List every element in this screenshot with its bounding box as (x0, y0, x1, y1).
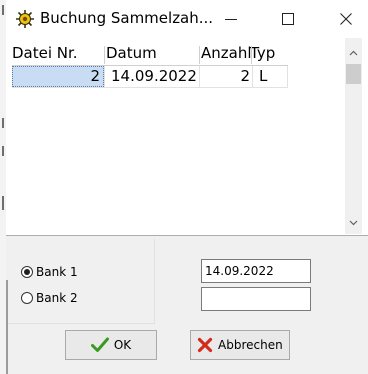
vertical-scrollbar[interactable] (345, 38, 362, 234)
bank-1-label[interactable]: Bank 1 (36, 265, 78, 279)
window-edge-line (6, 280, 8, 374)
cell-datum[interactable]: 14.09.2022 (111, 66, 197, 87)
cell-divider (252, 66, 253, 88)
bank-1-date-field[interactable]: 14.09.2022 (201, 259, 311, 283)
cell-divider (199, 66, 200, 88)
app-sun-icon (15, 9, 35, 29)
ok-label: OK (113, 338, 132, 352)
table-row[interactable]: 2 14.09.2022 2 L (12, 66, 288, 88)
edge-mark (2, 5, 4, 15)
cancel-label: Abbrechen (218, 338, 283, 352)
ok-button[interactable]: OK (65, 330, 157, 360)
window-title: Buchung Sammelzah... (40, 9, 214, 27)
scroll-up-button[interactable] (345, 44, 362, 62)
cell-divider (104, 66, 105, 88)
scroll-down-button[interactable] (345, 214, 362, 232)
minimize-icon (225, 19, 237, 20)
cancel-button[interactable]: Abbrechen (190, 330, 290, 360)
bank-1-radio[interactable]: Bank 1 (21, 265, 78, 279)
bank-2-radio[interactable]: Bank 2 (21, 291, 78, 305)
bottom-panel: Bank 1 Bank 2 14.09.2022 OK Abbrechen (6, 236, 368, 374)
row-divider (12, 87, 288, 88)
bank-2-label[interactable]: Bank 2 (36, 291, 78, 305)
chevron-down-icon (349, 220, 358, 226)
maximize-button[interactable] (268, 0, 308, 38)
column-divider[interactable] (104, 46, 105, 64)
close-button[interactable] (326, 0, 366, 38)
column-header-datei-nr[interactable]: Datei Nr. (12, 44, 78, 64)
column-header-datum[interactable]: Datum (106, 44, 157, 64)
chevron-up-icon (349, 50, 358, 56)
radio-unchecked-indicator[interactable] (21, 292, 33, 304)
radio-checked-indicator[interactable] (21, 266, 33, 278)
scrollbar-thumb[interactable] (346, 64, 361, 84)
column-divider[interactable] (199, 46, 200, 64)
bookings-grid[interactable]: Datei Nr. Datum Anzahl Typ 2 14.09.2022 … (6, 38, 368, 236)
close-icon (340, 13, 352, 25)
column-header-typ[interactable]: Typ (250, 44, 275, 64)
cell-anzahl[interactable]: 2 (206, 66, 250, 87)
bank-2-date-field[interactable] (201, 287, 311, 311)
column-header-anzahl[interactable]: Anzahl (201, 44, 252, 64)
button-bar: OK Abbrechen (7, 325, 367, 374)
minimize-button[interactable] (211, 0, 251, 38)
cell-datei-nr[interactable]: 2 (12, 66, 104, 87)
edge-mark (2, 196, 4, 210)
red-x-icon (197, 337, 213, 353)
cell-typ[interactable]: L (259, 66, 267, 87)
edge-mark (2, 118, 4, 128)
maximize-icon (282, 13, 294, 25)
column-divider[interactable] (251, 46, 252, 64)
bank-radio-group: Bank 1 Bank 2 (7, 239, 155, 324)
checkmark-icon (90, 337, 109, 353)
cell-divider (287, 66, 288, 88)
edge-mark (2, 146, 4, 156)
title-bar[interactable]: Buchung Sammelzah... (6, 0, 368, 38)
